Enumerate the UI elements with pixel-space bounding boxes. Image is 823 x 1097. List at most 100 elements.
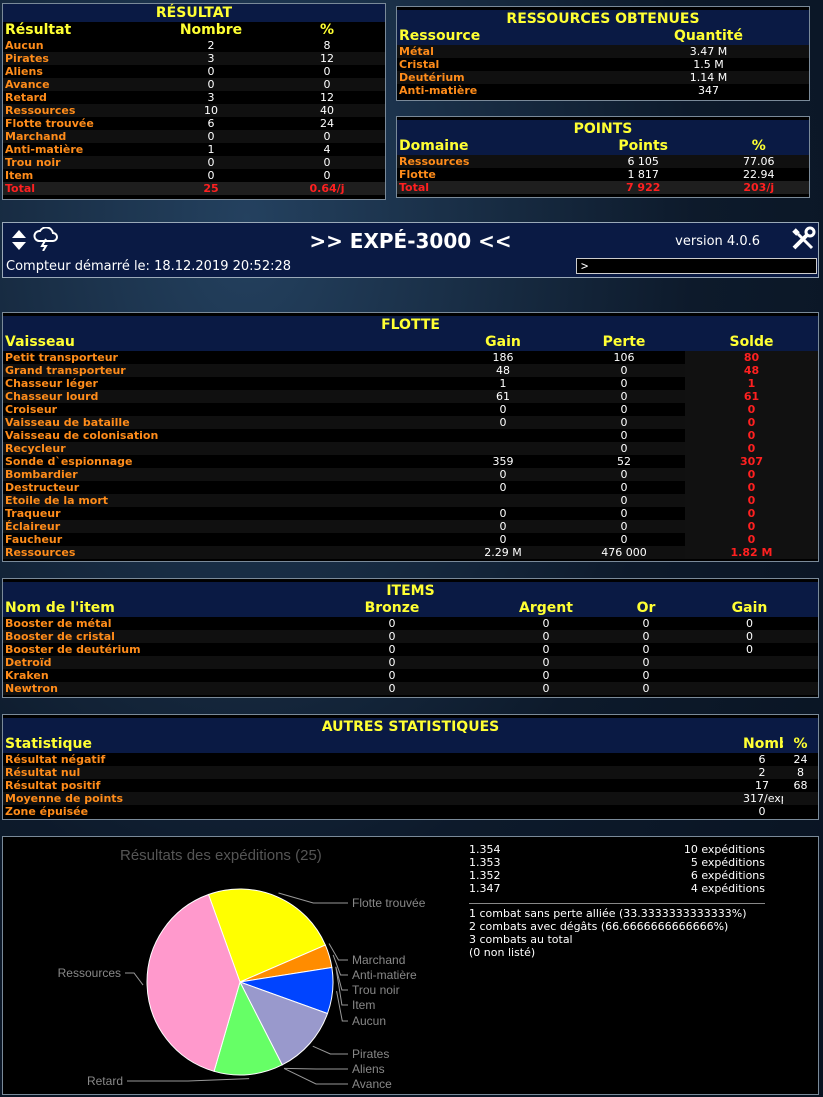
- combat-stat-line: 3 combats au total: [469, 933, 573, 946]
- combat-stat-line: 1 combat sans perte alliée (33.333333333…: [469, 907, 747, 920]
- item-bronze: 0: [303, 682, 481, 695]
- resultat-row-pirates: Pirates 3 12: [3, 52, 385, 65]
- ressource-label: Anti-matière: [399, 84, 478, 97]
- items-panel: ITEMS Nom de l'item Bronze Argent Or Gai…: [2, 578, 819, 698]
- stat-universe-id: 1.353: [469, 856, 501, 869]
- vaisseau-gain: 1: [499, 377, 507, 390]
- vaisseau-solde: 0: [685, 468, 818, 481]
- pie-leader-retard: [127, 1078, 250, 1082]
- resultat-percent: 0: [323, 169, 331, 182]
- resultat-nombre: 2: [207, 39, 215, 52]
- points-domaine: Flotte: [399, 168, 436, 181]
- item-bronze: 0: [303, 630, 481, 643]
- tools-icon[interactable]: [790, 226, 816, 256]
- ressources-title: RESSOURCES OBTENUES: [397, 10, 809, 28]
- pie-label-aucun: Aucun: [352, 1014, 386, 1028]
- command-input[interactable]: >: [576, 258, 817, 274]
- pie-leader-aucun: [336, 991, 348, 1022]
- item-row-booster-de-deuterium: Booster de deutérium 0 0 0 0: [3, 643, 818, 656]
- col-item-gain: Gain: [681, 600, 818, 617]
- vaisseau-solde: 0: [685, 520, 818, 533]
- flotte-row-eclaireur: Éclaireur 0 0 0: [3, 520, 818, 533]
- vaisseau-gain: 0: [499, 533, 507, 546]
- vaisseau-label: Etoile de la mort: [3, 494, 443, 507]
- pie-label-flotte-trouvee: Flotte trouvée: [352, 896, 426, 910]
- autres-row-resultat-nul: Résultat nul 2 8: [3, 766, 818, 779]
- resultat-percent: 40: [269, 104, 385, 117]
- item-argent: 0: [481, 656, 611, 669]
- vaisseau-label: Bombardier: [3, 468, 443, 481]
- item-label: Booster de cristal: [3, 630, 303, 643]
- resultat-nombre: 3: [153, 52, 269, 65]
- vaisseau-perte: 0: [563, 494, 685, 507]
- item-or: 0: [611, 682, 681, 695]
- ressource-quantite: 3.47 M: [608, 45, 809, 58]
- vaisseau-solde: 0: [685, 533, 818, 546]
- resultat-label: Anti-matière: [5, 143, 84, 156]
- vaisseau-gain: 61: [443, 390, 563, 403]
- combat-stat-line: 2 combats avec dégâts (66.6666666666666%…: [469, 920, 729, 933]
- points-row-ressources: Ressources 6 105 77.06: [397, 155, 809, 168]
- item-argent: 0: [481, 682, 611, 695]
- resultat-row-marchand: Marchand 0 0: [3, 130, 385, 143]
- col-solde: Solde: [685, 334, 818, 351]
- resultat-row-ressources: Ressources 10 40: [3, 104, 385, 117]
- resultat-row-anti-matiere: Anti-matière 1 4: [3, 143, 385, 156]
- vaisseau-solde: 0: [685, 494, 818, 507]
- item-bronze: 0: [388, 669, 396, 682]
- vaisseau-gain: 0: [499, 507, 507, 520]
- vaisseau-solde: 61: [685, 390, 818, 403]
- pie-leader-aliens: [284, 1067, 348, 1070]
- stat-percent: [783, 792, 818, 805]
- resultat-label: Retard: [5, 91, 47, 104]
- chart-title: Résultats des expéditions (25): [120, 847, 322, 864]
- flotte-row-recycleur: Recycleur 0 0: [3, 442, 818, 455]
- vaisseau-label: Croiseur: [5, 403, 58, 416]
- vaisseau-label: Vaisseau de bataille: [3, 416, 443, 429]
- resultat-percent: 8: [323, 39, 331, 52]
- stat-universe-count: 10 expéditions: [683, 843, 765, 856]
- pie-label-pirates: Pirates: [352, 1047, 389, 1061]
- points-percent: 22.94: [743, 168, 775, 181]
- stat-label: Résultat négatif: [5, 753, 106, 766]
- pie-label-avance: Avance: [352, 1077, 392, 1091]
- item-bronze: 0: [303, 656, 481, 669]
- resultat-nombre: 0: [207, 65, 215, 78]
- ressource-quantite: 347: [698, 84, 719, 97]
- stat-nombre: 317/expé: [443, 792, 783, 805]
- stat-percent: 8: [783, 766, 818, 779]
- total-label: Total: [3, 182, 153, 195]
- item-label: Newtron: [3, 682, 303, 695]
- pie-label-ressources: Ressources: [58, 966, 121, 980]
- item-or: 0: [642, 669, 650, 682]
- vaisseau-gain: 0: [443, 416, 563, 429]
- vaisseau-perte: 0: [563, 416, 685, 429]
- flotte-title: FLOTTE: [3, 316, 818, 334]
- items-table: Nom de l'item Bronze Argent Or Gain Boos…: [3, 600, 818, 695]
- vaisseau-gain: 0: [443, 468, 563, 481]
- pie-leader-pirates: [312, 1045, 348, 1055]
- resultat-row-avance: Avance 0 0: [3, 78, 385, 91]
- col-vaisseau: Vaisseau: [3, 334, 443, 351]
- vaisseau-gain: 0: [499, 481, 507, 494]
- col-item-name: Nom de l'item: [3, 600, 303, 617]
- stat-nombre: 6: [758, 753, 766, 766]
- resultat-row-trou-noir: Trou noir 0 0: [3, 156, 385, 169]
- items-header-row: Nom de l'item Bronze Argent Or Gain: [3, 600, 818, 617]
- vaisseau-perte: 106: [613, 351, 635, 364]
- resultat-nombre: 10: [153, 104, 269, 117]
- vaisseau-gain: 186: [492, 351, 514, 364]
- vaisseau-perte: 0: [620, 429, 628, 442]
- resultat-percent: 0: [269, 78, 385, 91]
- col-resultat: Résultat: [3, 22, 153, 39]
- stat-percent: 24: [793, 753, 808, 766]
- autres-row-resultat-positif: Résultat positif 17 68: [3, 779, 818, 792]
- vaisseau-solde: 1: [685, 377, 818, 390]
- vaisseau-gain: [443, 429, 563, 442]
- item-label: Booster de métal: [5, 617, 112, 630]
- item-argent: 0: [481, 630, 611, 643]
- ressource-row-anti-matiere: Anti-matière 347: [397, 84, 809, 97]
- stat-universe-id: 1.354: [469, 843, 501, 856]
- resultat-label: Marchand: [3, 130, 153, 143]
- flotte-row-vaisseau-de-bataille: Vaisseau de bataille 0 0 0: [3, 416, 818, 429]
